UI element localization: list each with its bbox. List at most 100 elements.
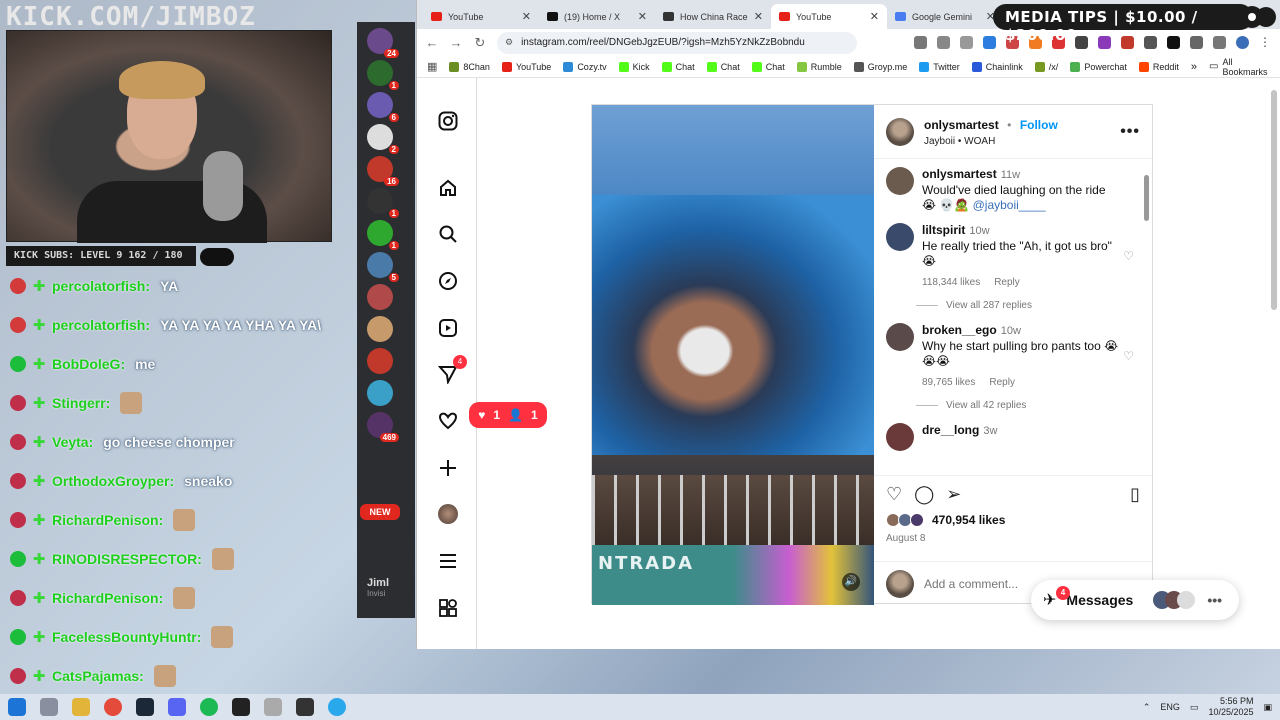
home-icon[interactable] xyxy=(437,177,459,199)
language-indicator[interactable]: ENG xyxy=(1160,702,1180,712)
server-icon[interactable] xyxy=(367,348,393,374)
comment-likes[interactable]: 89,765 likes xyxy=(922,377,975,388)
extension-icon[interactable] xyxy=(983,36,996,49)
likes-count[interactable]: 470,954 likes xyxy=(932,513,1005,527)
chat-username[interactable]: FacelessBountyHuntr: xyxy=(52,629,201,645)
explore-icon[interactable] xyxy=(437,270,459,292)
task-view-icon[interactable] xyxy=(40,698,58,716)
menu-icon[interactable]: ⋮ xyxy=(1259,36,1272,49)
comment-like-icon[interactable]: ♡ xyxy=(1123,349,1134,363)
star-icon[interactable] xyxy=(960,36,973,49)
browser-tab[interactable]: Google Gemini ✕ xyxy=(887,4,1003,29)
browser-tab[interactable]: YouTube ✕ xyxy=(423,4,539,29)
bookmark-item[interactable]: Twitter xyxy=(919,61,960,72)
audio-subtitle[interactable]: Jayboii • WOAH xyxy=(924,136,1058,147)
instagram-logo-icon[interactable] xyxy=(437,110,459,132)
commenter-username[interactable]: onlysmartest xyxy=(922,167,997,181)
bookmark-item[interactable]: Reddit xyxy=(1138,61,1179,72)
strip-user[interactable]: Jiml Invisi xyxy=(367,577,389,598)
profile-icon[interactable] xyxy=(1236,36,1249,49)
app-icon[interactable] xyxy=(264,698,282,716)
browser-tab[interactable]: How China Raced ✕ xyxy=(655,4,771,29)
server-icon[interactable]: 16 xyxy=(367,156,399,186)
commenter-username[interactable]: liltspirit xyxy=(922,223,965,237)
reload-icon[interactable]: ↻ xyxy=(473,35,487,51)
browser-tab[interactable]: (19) Home / X ✕ xyxy=(539,4,655,29)
bookmark-item[interactable]: Groyp.me xyxy=(853,61,907,72)
url-field[interactable]: ⚙ instagram.com/reel/DNGebJgzEUB/?igsh=M… xyxy=(497,31,857,54)
commenter-avatar[interactable] xyxy=(886,323,914,351)
bookmark-item[interactable]: /x/ xyxy=(1034,61,1058,72)
notifications-icon[interactable] xyxy=(437,410,459,432)
chat-username[interactable]: RichardPenison: xyxy=(52,512,163,528)
server-icon[interactable]: 24 xyxy=(367,28,399,58)
commenter-username[interactable]: dre__long xyxy=(922,423,979,437)
comment-mention[interactable]: @jayboii____ xyxy=(973,198,1046,212)
chat-username[interactable]: CatsPajamas: xyxy=(52,668,144,684)
bookmark-item[interactable]: 8Chan xyxy=(449,61,490,72)
bookmark-item[interactable]: Chainlink xyxy=(971,61,1023,72)
back-icon[interactable]: ← xyxy=(425,35,439,50)
reply-button[interactable]: Reply xyxy=(994,277,1020,288)
chat-username[interactable]: BobDoleG: xyxy=(52,356,125,372)
extension-icon[interactable] xyxy=(1075,36,1088,49)
bookmark-item[interactable]: Cozy.tv xyxy=(563,61,607,72)
browser-tab[interactable]: YouTube ✕ xyxy=(771,4,887,29)
bookmark-item[interactable]: Powerchat xyxy=(1070,61,1127,72)
forward-icon[interactable]: → xyxy=(449,35,463,50)
site-info-icon[interactable]: ⚙ xyxy=(505,37,513,48)
author-username[interactable]: onlysmartest xyxy=(924,118,999,132)
all-bookmarks[interactable]: ▭ All Bookmarks xyxy=(1209,57,1270,77)
reel-video[interactable]: NTRADA 🔊 xyxy=(592,105,874,605)
network-icon[interactable]: ▭ xyxy=(1190,702,1199,713)
like-icon[interactable]: ♡ xyxy=(886,484,902,505)
tab-close-icon[interactable]: ✕ xyxy=(870,10,879,23)
spotify-icon[interactable] xyxy=(200,698,218,716)
chat-username[interactable]: RichardPenison: xyxy=(52,590,163,606)
server-icon[interactable] xyxy=(367,284,393,310)
windows-start-icon[interactable] xyxy=(8,698,26,716)
bookmark-item[interactable]: Chat xyxy=(661,61,695,72)
notification-center-icon[interactable]: ▣ xyxy=(1263,702,1272,713)
search-icon[interactable] xyxy=(437,223,459,245)
file-explorer-icon[interactable] xyxy=(72,698,90,716)
tab-close-icon[interactable]: ✕ xyxy=(522,10,531,23)
server-icon[interactable]: 5 xyxy=(367,252,399,282)
chat-username[interactable]: RINODISRESPECTOR: xyxy=(52,551,202,567)
tab-close-icon[interactable]: ✕ xyxy=(638,10,647,23)
commenter-avatar[interactable] xyxy=(886,423,914,451)
server-icon[interactable]: 1 xyxy=(367,220,399,250)
view-replies-button[interactable]: View all 287 replies xyxy=(916,300,1140,311)
apps-icon[interactable]: ▦ xyxy=(427,60,437,73)
commenter-username[interactable]: broken__ego xyxy=(922,323,997,337)
comment-icon[interactable]: ◯ xyxy=(914,484,934,505)
chat-username[interactable]: OrthodoxGroyper: xyxy=(52,473,174,489)
tab-close-icon[interactable]: ✕ xyxy=(754,10,763,23)
bookmark-item[interactable]: Chat xyxy=(706,61,740,72)
app-icon[interactable] xyxy=(232,698,250,716)
server-icon[interactable] xyxy=(367,380,393,406)
zoom-icon[interactable] xyxy=(937,36,950,49)
follow-button[interactable]: Follow xyxy=(1020,118,1058,132)
commenter-avatar[interactable] xyxy=(886,223,914,251)
reels-icon[interactable] xyxy=(437,317,459,339)
chat-username[interactable]: Veyta: xyxy=(52,434,93,450)
messenger-icon[interactable]: 4 xyxy=(437,355,467,385)
profile-avatar[interactable] xyxy=(437,503,459,525)
clock[interactable]: 5:56 PM 10/25/2025 xyxy=(1208,696,1253,718)
create-icon[interactable] xyxy=(437,457,459,479)
server-icon[interactable]: 1 xyxy=(367,188,399,218)
server-icon[interactable]: 2 xyxy=(367,124,399,154)
messages-button[interactable]: ✈ 4 Messages ••• xyxy=(1031,580,1239,620)
server-icon[interactable]: 6 xyxy=(367,92,399,122)
notification-pill[interactable]: ♥ 1 👤 1 xyxy=(469,402,547,428)
author-avatar[interactable] xyxy=(886,117,914,146)
more-bookmarks-icon[interactable]: » xyxy=(1191,61,1197,73)
bookmark-item[interactable]: Rumble xyxy=(796,61,842,72)
chat-username[interactable]: percolatorfish: xyxy=(52,278,150,294)
bookmark-item[interactable]: YouTube xyxy=(501,61,551,72)
x-icon[interactable] xyxy=(1167,36,1180,49)
share-icon[interactable]: ➢ xyxy=(946,484,961,505)
menu-icon[interactable] xyxy=(437,550,459,572)
discord-icon[interactable] xyxy=(168,698,186,716)
